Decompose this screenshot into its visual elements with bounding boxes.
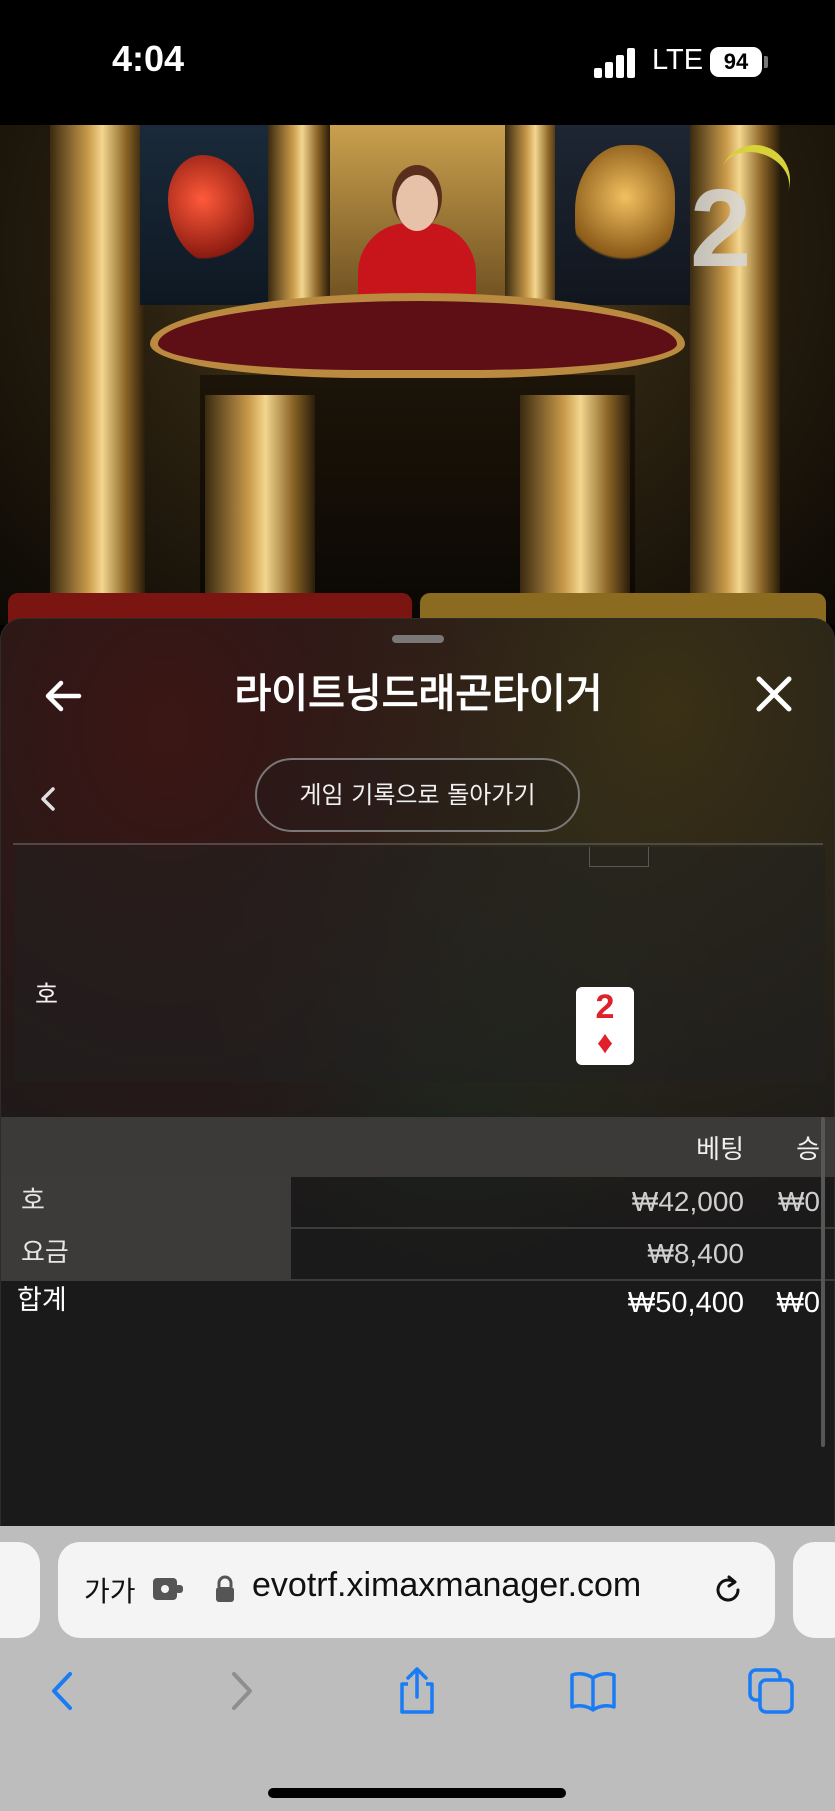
back-icon[interactable] <box>38 1666 88 1716</box>
column-header-bet: 베팅 <box>696 1135 744 1165</box>
sheet-title: 라이트닝드래곤타이거 <box>234 671 603 717</box>
dealer-head <box>396 175 438 231</box>
tiger-panel <box>555 125 695 305</box>
win-amount: ₩0 <box>778 1186 820 1217</box>
total-label: 합계 <box>17 1285 67 1316</box>
bet-name: 요금 <box>1 1229 291 1279</box>
total-row: 합계 ₩50,400 ₩0 <box>1 1279 835 1329</box>
diamond-suit-icon: ♦ <box>596 1024 614 1060</box>
table-header: 베팅 승 <box>1 1117 835 1177</box>
close-icon[interactable] <box>749 669 799 719</box>
total-win-amount: ₩0 <box>776 1287 821 1319</box>
previous-tab-preview[interactable] <box>0 1542 40 1638</box>
status-bar: 4:04 LTE 94 <box>0 0 835 125</box>
history-detail-sheet: 라이트닝드래곤타이거 게임 기록으로 돌아가기 호 2 ♦ 베팅 승 호 ₩42… <box>0 618 835 1528</box>
network-type: LTE <box>652 44 704 76</box>
url-text: evotrf.ximaxmanager.com <box>252 1566 642 1604</box>
bet-name: 호 <box>1 1177 291 1227</box>
page-settings-button[interactable]: 가가 <box>84 1570 136 1610</box>
game-table <box>150 293 685 378</box>
tiger-card: 2 ♦ <box>576 987 634 1065</box>
reload-icon[interactable] <box>710 1572 746 1608</box>
battery-icon: 94 <box>710 47 762 77</box>
battery-nub <box>764 56 768 68</box>
browser-toolbar: 가가 evotrf.ximaxmanager.com <box>0 1526 835 1811</box>
pedestal-left <box>205 395 315 625</box>
column-header-win: 승 <box>796 1135 820 1165</box>
lock-icon <box>214 1574 236 1604</box>
divider <box>13 843 823 845</box>
live-video-stream[interactable]: 2 <box>0 125 835 625</box>
round-number: 2 <box>690 167 752 290</box>
dragon-panel <box>140 125 280 305</box>
status-time: 4:04 <box>112 38 185 79</box>
back-to-history-button[interactable]: 게임 기록으로 돌아가기 <box>255 758 580 832</box>
tiger-result-label: 호 <box>35 980 59 1009</box>
result-cards-area: 호 2 ♦ <box>15 847 825 1082</box>
address-bar[interactable]: 가가 evotrf.ximaxmanager.com <box>58 1542 775 1638</box>
tabs-icon[interactable] <box>746 1666 796 1716</box>
card-rank: 2 <box>595 988 615 1026</box>
scrollbar[interactable] <box>821 1117 825 1447</box>
card-slot <box>589 847 649 867</box>
sheet-grabber[interactable] <box>392 635 444 643</box>
bet-amount: ₩8,400 <box>647 1238 745 1269</box>
share-icon[interactable] <box>392 1666 442 1716</box>
next-tab-preview[interactable] <box>793 1542 835 1638</box>
back-arrow-icon[interactable] <box>41 674 85 718</box>
forward-icon[interactable] <box>216 1666 266 1716</box>
chevron-left-icon[interactable] <box>33 779 63 819</box>
screen: 4:04 LTE 94 2 라이트닝드래곤타이거 게임 기록으로 돌아가기 호 … <box>0 0 835 1811</box>
table-row: 호 ₩42,000 ₩0 <box>1 1177 835 1229</box>
total-bet-amount: ₩50,400 <box>627 1287 744 1319</box>
bookmarks-icon[interactable] <box>568 1666 618 1716</box>
pillar-left <box>50 125 145 625</box>
table-row: 요금 ₩8,400 <box>1 1229 835 1281</box>
home-indicator[interactable] <box>268 1788 566 1798</box>
bet-amount: ₩42,000 <box>631 1186 744 1217</box>
signal-icon <box>594 48 636 78</box>
extension-icon[interactable] <box>150 1574 186 1604</box>
pedestal-right <box>520 395 630 625</box>
